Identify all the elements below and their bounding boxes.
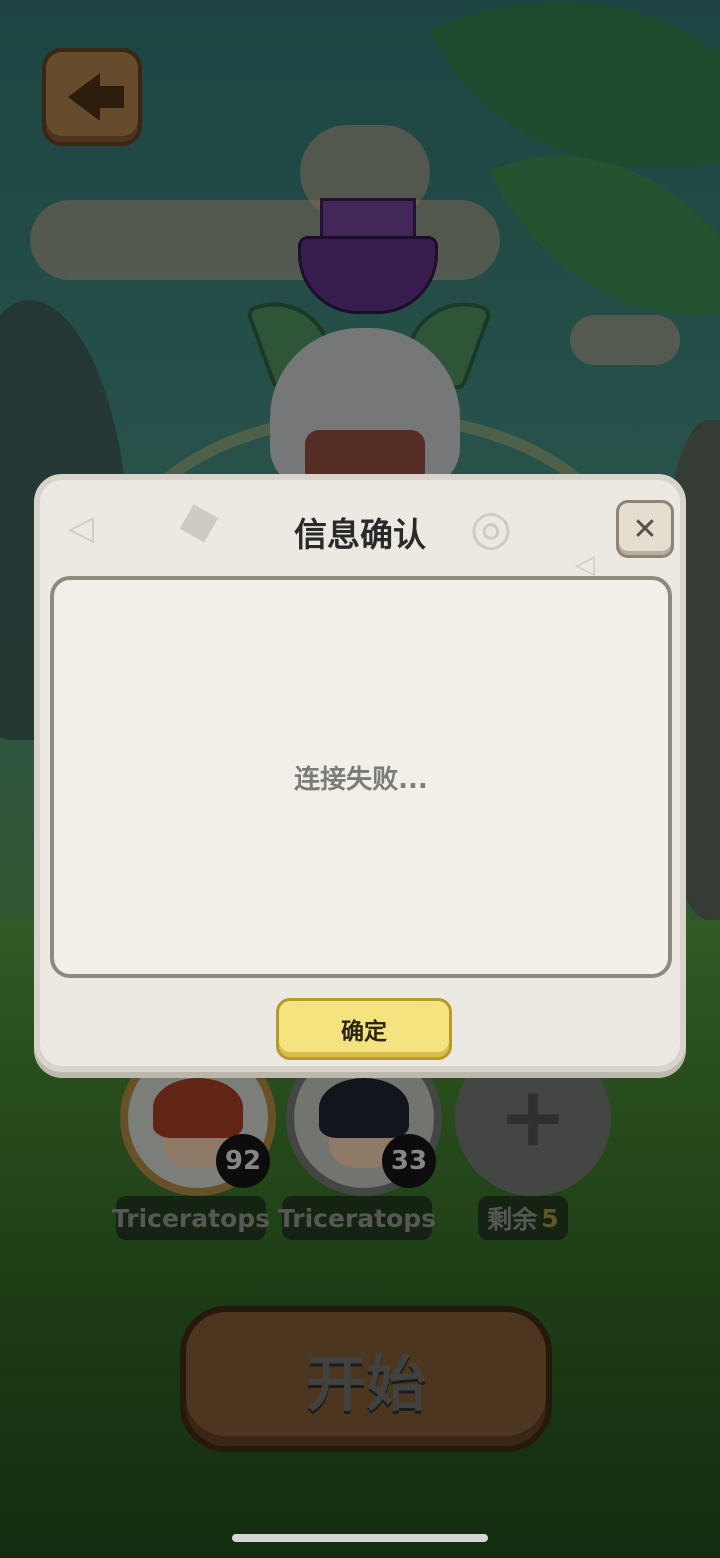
message-box: 连接失败... — [50, 576, 672, 978]
home-indicator[interactable] — [232, 1534, 488, 1542]
close-icon: ✕ — [632, 511, 658, 547]
game-scene: 92 Triceratops 33 Triceratops + 剩余 5 开始 … — [0, 0, 720, 1558]
confirm-button[interactable]: 确定 — [276, 998, 452, 1060]
confirm-dialog: ◁ ◆ ◎ ◁ 信息确认 ✕ 连接失败... 确定 — [34, 474, 686, 1072]
dialog-message: 连接失败... — [294, 764, 428, 795]
dialog-title: 信息确认 — [294, 515, 426, 554]
close-button[interactable]: ✕ — [616, 500, 674, 558]
